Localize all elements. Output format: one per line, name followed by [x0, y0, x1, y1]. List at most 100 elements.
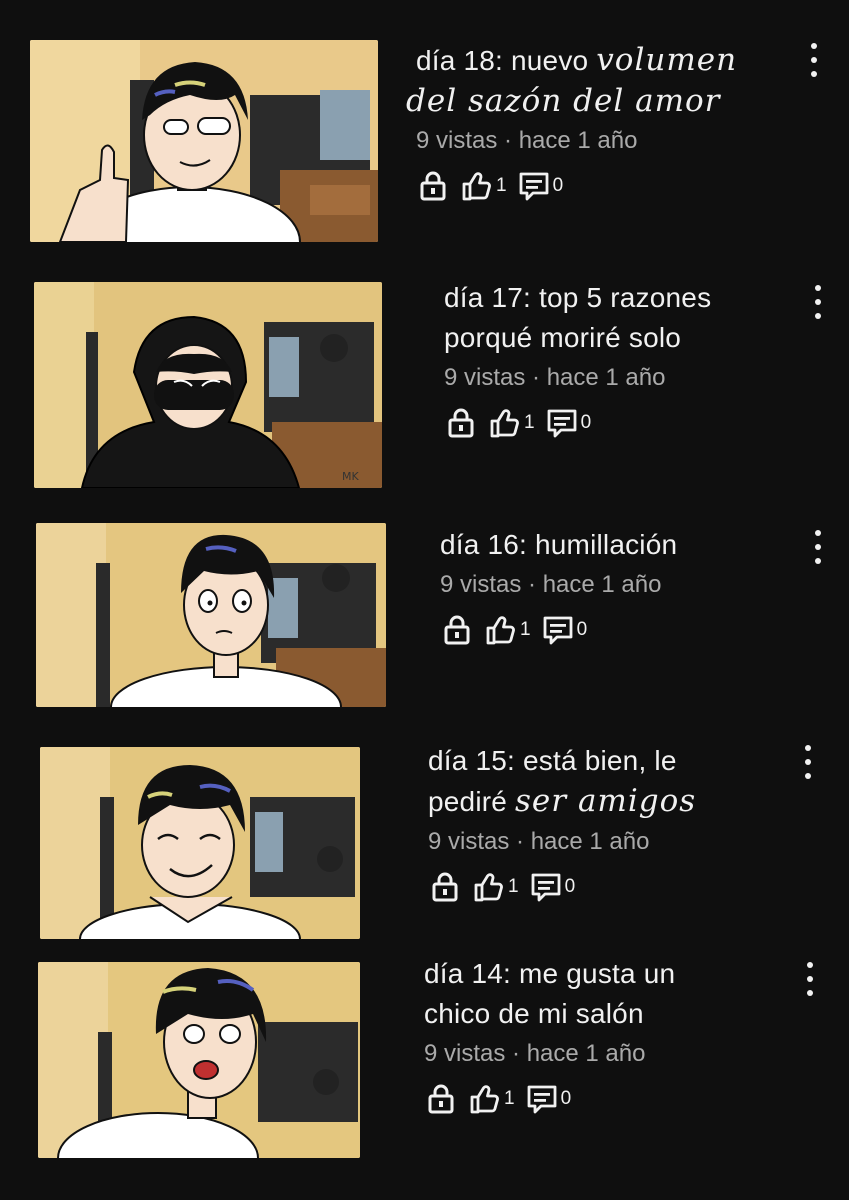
visibility-status[interactable]: [428, 870, 462, 904]
comment-icon: [529, 870, 563, 904]
more-vert-icon[interactable]: [798, 745, 818, 779]
meta-separator: ·: [497, 127, 519, 154]
comment-stat[interactable]: 0: [525, 1082, 572, 1116]
more-vert-icon[interactable]: [800, 962, 820, 996]
video-title[interactable]: día 18: nuevo volumen: [416, 40, 806, 81]
upload-age: hace 1 año: [526, 1040, 646, 1067]
video-title-line2: pediré ser amigos: [428, 781, 798, 822]
comment-icon: [525, 1082, 559, 1116]
thumbnail-drawing: [36, 523, 386, 707]
video-stats: 1 0: [416, 169, 806, 203]
like-stat[interactable]: 1: [460, 169, 507, 203]
like-count: 1: [508, 876, 519, 897]
comment-icon: [545, 406, 579, 440]
comment-count: 0: [576, 619, 588, 640]
video-title-line2: porqué moriré solo: [444, 322, 682, 353]
video-row[interactable]: día 14: me gusta un chico de mi salón 9 …: [0, 950, 849, 1180]
like-stat[interactable]: 1: [484, 613, 531, 647]
lock-icon: [424, 1082, 458, 1116]
title-text: día 18: nuevo: [416, 45, 597, 76]
like-count: 1: [504, 1088, 515, 1109]
more-vert-icon[interactable]: [808, 285, 828, 319]
video-meta: 9 vistas · hace 1 año: [444, 364, 804, 392]
view-count: 9 vistas: [440, 571, 522, 598]
video-thumbnail[interactable]: [38, 962, 360, 1158]
visibility-status[interactable]: [440, 613, 474, 647]
comment-icon: [517, 169, 551, 203]
video-meta: 9 vistas · hace 1 año: [440, 571, 800, 599]
video-thumbnail[interactable]: [36, 523, 386, 707]
thumbs-up-icon: [484, 613, 518, 647]
comment-stat[interactable]: 0: [545, 406, 592, 440]
lock-icon: [444, 406, 478, 440]
video-stats: 1 0: [424, 1082, 794, 1116]
handwritten-title-line: del sazón del amor: [406, 83, 721, 119]
video-thumbnail[interactable]: MK: [34, 282, 382, 488]
video-row[interactable]: día 18: nuevo volumen del sazón del amor…: [0, 0, 849, 260]
comment-count: 0: [564, 876, 576, 897]
comment-stat[interactable]: 0: [529, 870, 576, 904]
video-thumbnail[interactable]: [40, 747, 360, 939]
like-stat[interactable]: 1: [468, 1082, 515, 1116]
video-info: día 14: me gusta un chico de mi salón 9 …: [424, 954, 794, 1116]
meta-separator: ·: [505, 1040, 527, 1067]
video-row[interactable]: MK día 17: top 5 razones porqué moriré s…: [0, 270, 849, 510]
video-info: día 18: nuevo volumen del sazón del amor…: [406, 40, 806, 203]
thumbs-up-icon: [472, 870, 506, 904]
like-stat[interactable]: 1: [488, 406, 535, 440]
thumbs-up-icon: [460, 169, 494, 203]
thumbnail-mark: MK: [342, 470, 359, 483]
upload-age: hace 1 año: [542, 571, 662, 598]
more-vert-icon[interactable]: [808, 530, 828, 564]
video-row[interactable]: día 15: está bien, le pediré ser amigos …: [0, 735, 849, 950]
video-title[interactable]: día 14: me gusta un: [424, 954, 794, 994]
more-vert-icon[interactable]: [804, 43, 824, 77]
video-meta: 9 vistas · hace 1 año: [424, 1040, 794, 1068]
comment-stat[interactable]: 0: [517, 169, 563, 203]
video-stats: 1 0: [428, 870, 798, 904]
video-info: día 17: top 5 razones porqué moriré solo…: [444, 278, 804, 440]
handwritten-title-text: volumen: [596, 42, 738, 78]
like-count: 1: [496, 175, 507, 196]
visibility-status[interactable]: [416, 169, 450, 203]
thumbnail-drawing: [30, 40, 378, 242]
thumbnail-drawing: [40, 747, 360, 939]
comment-stat[interactable]: 0: [541, 613, 588, 647]
video-info: día 15: está bien, le pediré ser amigos …: [428, 741, 798, 904]
view-count: 9 vistas: [444, 364, 526, 391]
title-text: pediré: [428, 786, 516, 817]
like-count: 1: [524, 412, 535, 433]
visibility-status[interactable]: [444, 406, 478, 440]
meta-separator: ·: [509, 828, 531, 855]
visibility-status[interactable]: [424, 1082, 458, 1116]
video-stats: 1 0: [440, 613, 800, 647]
comment-count: 0: [580, 412, 592, 433]
video-meta: 9 vistas · hace 1 año: [428, 828, 798, 856]
thumbs-up-icon: [488, 406, 522, 440]
thumbs-up-icon: [468, 1082, 502, 1116]
view-count: 9 vistas: [416, 127, 498, 154]
video-title[interactable]: día 16: humillación: [440, 525, 800, 565]
video-thumbnail[interactable]: [30, 40, 378, 242]
video-row[interactable]: día 16: humillación 9 vistas · hace 1 añ…: [0, 515, 849, 720]
video-title[interactable]: día 17: top 5 razones: [444, 278, 804, 318]
meta-separator: ·: [525, 364, 547, 391]
video-title-line2: chico de mi salón: [424, 998, 644, 1029]
comment-icon: [541, 613, 575, 647]
like-count: 1: [520, 619, 531, 640]
lock-icon: [428, 870, 462, 904]
handwritten-title-text: ser amigos: [515, 783, 697, 819]
lock-icon: [416, 169, 450, 203]
comment-count: 0: [560, 1088, 572, 1109]
video-title[interactable]: día 15: está bien, le: [428, 741, 798, 781]
video-info: día 16: humillación 9 vistas · hace 1 añ…: [440, 525, 800, 647]
video-meta: 9 vistas · hace 1 año: [416, 127, 806, 155]
meta-separator: ·: [521, 571, 543, 598]
video-stats: 1 0: [444, 406, 804, 440]
thumbnail-drawing: [38, 962, 360, 1158]
upload-age: hace 1 año: [518, 127, 638, 154]
upload-age: hace 1 año: [530, 828, 650, 855]
like-stat[interactable]: 1: [472, 870, 519, 904]
view-count: 9 vistas: [424, 1040, 506, 1067]
lock-icon: [440, 613, 474, 647]
